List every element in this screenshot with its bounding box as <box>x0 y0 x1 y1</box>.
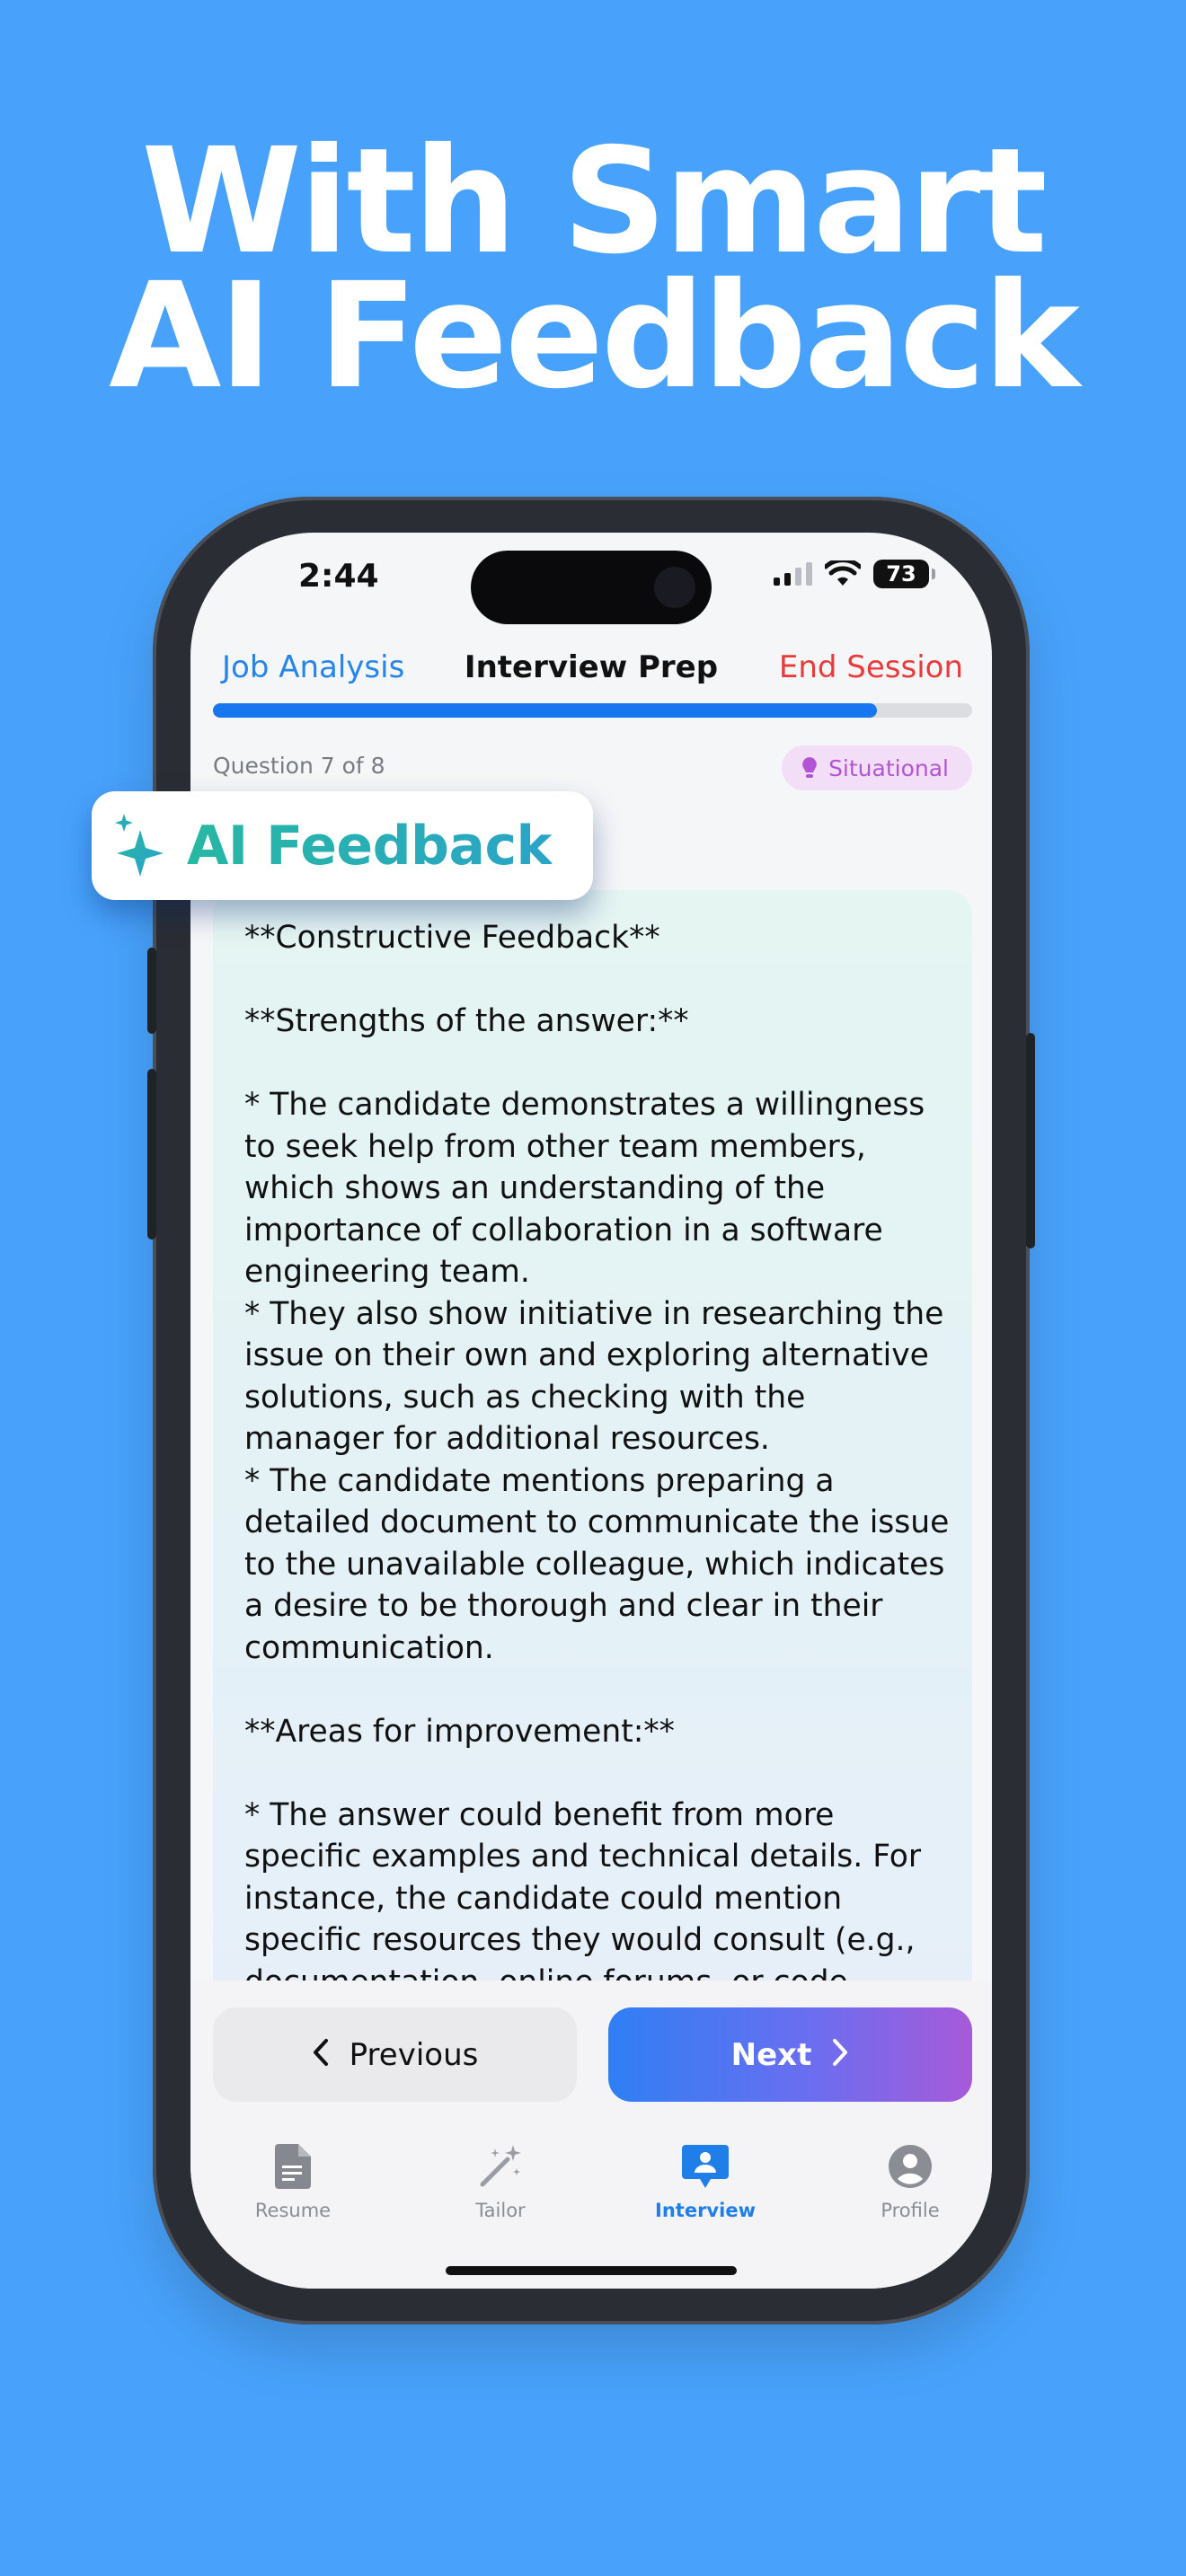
feedback-line: **Constructive Feedback** <box>244 920 660 956</box>
feedback-line: **Areas for improvement:** <box>244 1713 675 1750</box>
feedback-line: * The candidate demonstrates a willingne… <box>244 1087 925 1290</box>
sparkles-icon <box>115 813 164 877</box>
tab-interview[interactable]: Interview <box>633 2140 777 2221</box>
tab-profile[interactable]: Profile <box>838 2140 982 2221</box>
lightbulb-icon <box>802 757 817 778</box>
nav-bar: Job Analysis Interview Prep End Session <box>190 640 992 694</box>
feedback-line: * The candidate mentions preparing a det… <box>244 1462 950 1666</box>
home-indicator <box>446 2266 737 2275</box>
headline-line-1: With Smart <box>141 118 1048 287</box>
feedback-line: * They also show initiative in researchi… <box>244 1295 944 1458</box>
bottom-controls: Previous Next <box>190 1981 992 2289</box>
next-button[interactable]: Next <box>608 2007 972 2102</box>
tab-bar: Resume Tailor Interview Profile <box>190 2140 992 2239</box>
status-icons: 73 <box>774 560 935 588</box>
power-button <box>1026 1033 1035 1248</box>
feedback-line <box>244 1752 954 1795</box>
question-counter: Question 7 of 8 <box>213 753 385 779</box>
dynamic-island <box>471 551 712 624</box>
progress-fill <box>213 703 878 718</box>
wifi-icon <box>825 560 861 586</box>
ai-feedback-badge: AI Feedback <box>92 791 593 900</box>
feedback-line: **Strengths of the answer:** <box>244 1003 689 1039</box>
action-button <box>147 948 156 1034</box>
chevron-left-icon <box>312 2038 330 2072</box>
ai-feedback-label: AI Feedback <box>187 814 552 878</box>
cellular-signal-icon <box>774 562 812 586</box>
tab-resume-label: Resume <box>254 2200 332 2221</box>
volume-up-button <box>147 1069 156 1239</box>
tab-tailor-label: Tailor <box>475 2200 526 2221</box>
progress-bar <box>213 703 972 718</box>
marketing-headline: With Smart AI Feedback <box>0 118 1186 421</box>
feedback-line <box>244 1043 954 1085</box>
category-label: Situational <box>828 754 949 781</box>
feedback-line <box>244 1669 954 1711</box>
end-session-button[interactable]: End Session <box>779 649 963 685</box>
feedback-text: **Constructive Feedback** **Strengths of … <box>244 917 954 2022</box>
document-icon <box>221 2140 365 2192</box>
battery-icon: 73 <box>873 560 935 588</box>
chevron-right-icon <box>831 2038 849 2072</box>
magic-wand-icon <box>429 2140 572 2192</box>
job-analysis-link[interactable]: Job Analysis <box>222 649 404 685</box>
previous-label: Previous <box>349 2036 479 2073</box>
tab-interview-label: Interview <box>655 2200 756 2221</box>
person-circle-icon <box>838 2140 982 2192</box>
tab-resume[interactable]: Resume <box>221 2140 365 2221</box>
category-badge: Situational <box>782 745 972 790</box>
feedback-line <box>244 959 954 1001</box>
feedback-card[interactable]: **Constructive Feedback** **Strengths of … <box>213 890 972 2022</box>
headline-line-2: AI Feedback <box>109 252 1080 421</box>
previous-button[interactable]: Previous <box>213 2007 577 2102</box>
tab-tailor[interactable]: Tailor <box>429 2140 572 2221</box>
tab-profile-label: Profile <box>881 2200 940 2221</box>
status-time: 2:44 <box>298 558 379 595</box>
front-camera <box>654 567 695 608</box>
next-label: Next <box>730 2036 812 2073</box>
chat-person-icon <box>633 2140 777 2192</box>
